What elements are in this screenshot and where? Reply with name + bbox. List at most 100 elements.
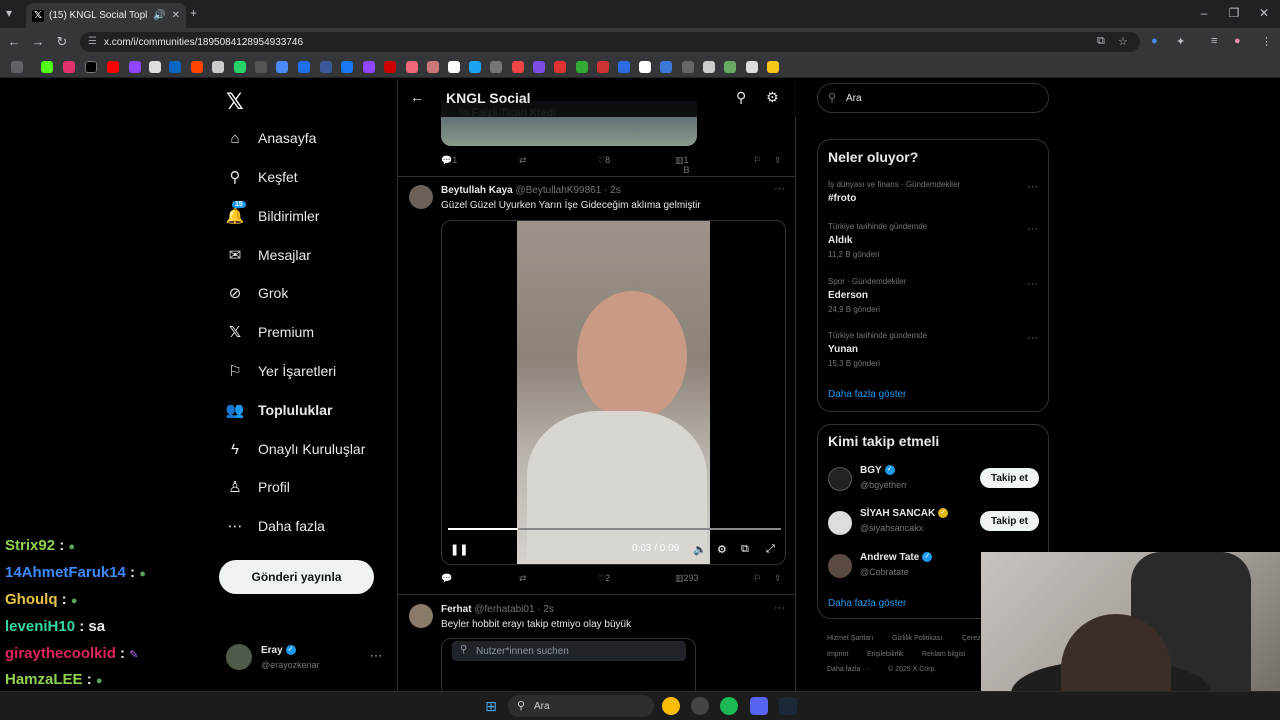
trend-more-icon[interactable]: ··· xyxy=(1027,332,1038,344)
bookmark-icon-22[interactable] xyxy=(660,61,672,73)
url-field[interactable]: ☰ x.com/i/communities/189508412895493374… xyxy=(80,32,1140,52)
settings-gear-icon[interactable]: ⚙ xyxy=(717,543,727,556)
bookmark-icon-2[interactable] xyxy=(169,61,181,73)
repost-button[interactable]: ⇄ xyxy=(519,573,527,584)
bookmark-icon-7[interactable] xyxy=(320,61,332,73)
nav-explore[interactable]: ⚲ Keşfet xyxy=(226,168,298,186)
bookmark-icon-20[interactable] xyxy=(618,61,630,73)
bookmark-icon-1[interactable] xyxy=(149,61,161,73)
like-button[interactable]: ♡ 8 xyxy=(597,155,610,166)
bookmark-icon-23[interactable] xyxy=(682,61,694,73)
suggested-user-name[interactable]: Andrew Tate ✓ xyxy=(860,552,933,563)
bookmark-icon-8[interactable] xyxy=(363,61,375,73)
bookmark-icon-24[interactable] xyxy=(703,61,715,73)
star-icon[interactable]: ☆ xyxy=(1118,35,1128,48)
trend-more-icon[interactable]: ··· xyxy=(1027,181,1038,193)
kebab-menu-icon[interactable]: ⋮ xyxy=(1261,35,1272,48)
avatar[interactable] xyxy=(828,511,852,535)
bookmark-icon-3[interactable] xyxy=(212,61,224,73)
post-time[interactable]: · 2s xyxy=(604,185,621,196)
browser-tab[interactable]: 𝕏 (15) KNGL Social Topluluk / 🔊 ✕ xyxy=(26,3,186,28)
steam-icon[interactable] xyxy=(779,697,797,715)
discord-icon[interactable] xyxy=(750,697,768,715)
suggested-user-name[interactable]: BGY ✓ xyxy=(860,465,895,476)
bookmark-icon-11[interactable] xyxy=(427,61,439,73)
nav-home[interactable]: ⌂ Anasayfa xyxy=(226,129,316,147)
nav-more[interactable]: ⋯ Daha fazla xyxy=(226,517,325,535)
author-name[interactable]: Ferhat xyxy=(441,604,472,615)
share-icon[interactable]: ⇪ xyxy=(774,573,782,584)
close-window-icon[interactable]: ✕ xyxy=(1252,6,1276,20)
trends-show-more-link[interactable]: Daha fazla göster xyxy=(828,389,906,400)
extension-icon[interactable]: ● xyxy=(1151,35,1158,47)
footer-link[interactable]: Imprint xyxy=(827,651,848,658)
profile-avatar-icon[interactable]: ● xyxy=(1234,35,1241,47)
pip-icon[interactable]: ⧉ xyxy=(741,543,749,556)
speaker-icon[interactable]: 🔊 xyxy=(153,10,165,21)
apps-icon[interactable] xyxy=(11,61,23,73)
footer-link[interactable]: Çerez xyxy=(962,635,981,642)
chrome-icon[interactable] xyxy=(662,697,680,715)
x-logo-icon[interactable]: 𝕏 xyxy=(226,89,244,115)
menu-list-icon[interactable]: ≡ xyxy=(1211,35,1217,47)
nav-communities[interactable]: 👥 Topluluklar xyxy=(226,401,333,419)
bookmark-icon-27[interactable] xyxy=(767,61,779,73)
bookmark-icon-9[interactable] xyxy=(384,61,396,73)
back-arrow-icon[interactable]: ← xyxy=(410,89,424,105)
close-tab-icon[interactable]: ✕ xyxy=(172,10,180,21)
author-handle[interactable]: @BeytullahK99861 xyxy=(515,185,601,196)
footer-link[interactable]: Reklam bilgisi xyxy=(922,651,965,658)
search-icon[interactable]: ⚲ xyxy=(736,89,746,106)
who-show-more-link[interactable]: Daha fazla göster xyxy=(828,598,906,609)
bookmark-icon-19[interactable] xyxy=(597,61,609,73)
tab-search-icon[interactable]: ▾ xyxy=(6,6,12,20)
footer-link[interactable]: Gizlilik Politikası xyxy=(892,635,942,642)
nav-profile[interactable]: ♙ Profil xyxy=(226,478,290,496)
bookmark-icon-15[interactable] xyxy=(512,61,524,73)
post-button[interactable]: Gönderi yayınla xyxy=(219,560,374,594)
reload-icon[interactable]: ↻ xyxy=(54,34,70,50)
footer-link[interactable]: Erişilebilirlik xyxy=(867,651,904,658)
nav-messages[interactable]: ✉ Mesajlar xyxy=(226,246,311,264)
bookmark-icon-6[interactable] xyxy=(298,61,310,73)
search-input[interactable]: ⚲ Ara xyxy=(817,83,1049,113)
bookmark-youtube-icon[interactable] xyxy=(107,61,119,73)
bookmark-icon[interactable]: ⚐ xyxy=(753,155,761,166)
nav-verified-orgs[interactable]: ϟ Onaylı Kuruluşlar xyxy=(226,440,365,458)
video-player[interactable]: ❚❚ 0:03 / 0:09 🔈 ⚙ ⧉ ⤢ xyxy=(441,220,786,565)
reply-button[interactable]: 💬 xyxy=(441,573,452,584)
install-icon[interactable]: ⧉ xyxy=(1097,35,1105,48)
bookmark-x-icon[interactable] xyxy=(85,61,97,73)
nav-bookmarks[interactable]: ⚐ Yer İşaretleri xyxy=(226,362,336,380)
views-button[interactable]: ▥ 293 xyxy=(675,573,699,584)
bookmark-instagram-icon[interactable] xyxy=(63,61,75,73)
follow-button[interactable]: Takip et xyxy=(980,511,1039,531)
suggested-user-name[interactable]: SİYAH SANCAK ✓ xyxy=(860,508,949,519)
bookmark-icon-26[interactable] xyxy=(746,61,758,73)
bookmark-icon-17[interactable] xyxy=(554,61,566,73)
minimize-icon[interactable]: – xyxy=(1192,6,1216,20)
post-more-icon[interactable]: ··· xyxy=(774,183,785,195)
nav-premium[interactable]: 𝕏 Premium xyxy=(226,323,314,341)
bookmark-icon-14[interactable] xyxy=(490,61,502,73)
bookmark-twitch-icon[interactable] xyxy=(129,61,141,73)
views-button[interactable]: ▥ 1 B xyxy=(675,155,690,175)
volume-icon[interactable]: 🔈 xyxy=(693,543,707,556)
maximize-icon[interactable]: ❐ xyxy=(1222,6,1246,20)
account-switcher[interactable]: Eray ✓ @erayozkenar ··· xyxy=(226,642,386,678)
bookmark-reddit-icon[interactable] xyxy=(191,61,203,73)
author-handle[interactable]: @ferhatabi01 xyxy=(474,604,534,615)
footer-link[interactable]: Hizmet Şartları xyxy=(827,635,873,642)
puzzle-icon[interactable]: ✦ xyxy=(1176,35,1185,48)
bookmark-icon-16[interactable] xyxy=(533,61,545,73)
spotify-icon[interactable] xyxy=(720,697,738,715)
fullscreen-icon[interactable]: ⤢ xyxy=(766,543,775,556)
new-tab-icon[interactable]: + xyxy=(190,6,197,20)
back-icon[interactable]: ← xyxy=(6,34,22,49)
bookmark-icon-10[interactable] xyxy=(406,61,418,73)
bookmark-whatsapp-icon[interactable] xyxy=(234,61,246,73)
forward-icon[interactable]: → xyxy=(30,34,46,49)
bookmark-icon-5[interactable] xyxy=(276,61,288,73)
bookmark-icon-18[interactable] xyxy=(576,61,588,73)
avatar[interactable] xyxy=(409,604,433,628)
